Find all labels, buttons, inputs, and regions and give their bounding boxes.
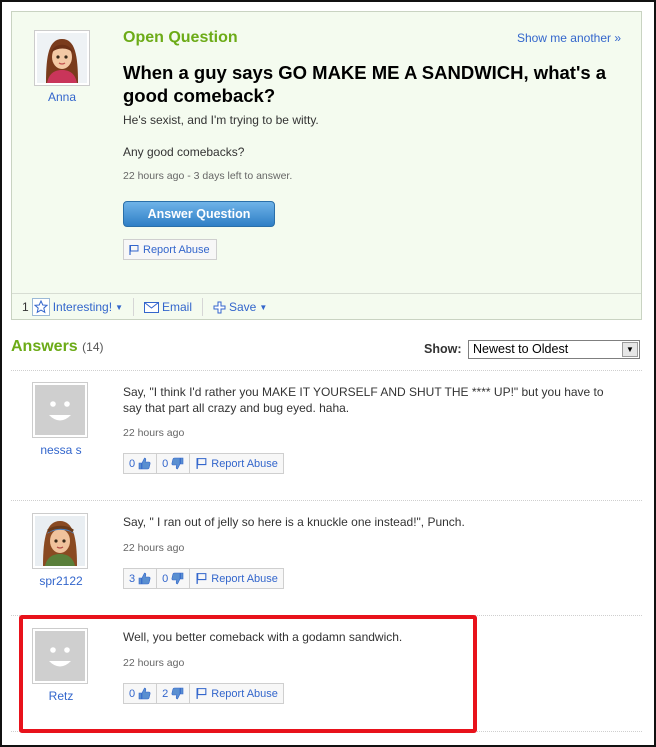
answer-question-button[interactable]: Answer Question [123, 201, 275, 227]
thumbs-up-count: 3 [129, 572, 136, 585]
thumbs-down-button[interactable]: 0 [157, 569, 191, 588]
cartoon-avatar-icon [35, 516, 85, 566]
asker-name[interactable]: Anna [30, 90, 94, 104]
highlight-box [19, 615, 477, 733]
sort-order-select[interactable]: Newest to Oldest ▼ [468, 340, 640, 359]
question-panel: Anna Open Question Show me another » Whe… [11, 11, 642, 320]
asker-avatar[interactable] [34, 30, 90, 86]
answerer-avatar[interactable] [32, 513, 88, 569]
report-abuse-button[interactable]: Report Abuse [190, 454, 283, 473]
question-action-bar: 1 Interesting! ▼ Email Save ▼ [12, 295, 641, 319]
answers-count: (14) [82, 340, 104, 354]
report-abuse-button[interactable]: Report Abuse [123, 239, 217, 260]
question-body: Anna Open Question Show me another » Whe… [12, 12, 641, 294]
interesting-button[interactable]: 1 Interesting! ▼ [12, 298, 134, 316]
page-frame: Anna Open Question Show me another » Whe… [0, 0, 656, 747]
thumbs-up-button[interactable]: 3 [124, 569, 158, 588]
report-abuse-button[interactable]: Report Abuse [190, 569, 283, 588]
report-abuse-label: Report Abuse [143, 243, 210, 256]
cartoon-girl-avatar-icon [37, 33, 87, 83]
divider [11, 370, 642, 371]
envelope-icon [143, 301, 159, 313]
thumbs-down-icon [171, 457, 184, 470]
thumbs-up-button[interactable]: 0 [124, 454, 158, 473]
report-abuse-label: Report Abuse [211, 457, 278, 470]
thumbs-up-icon [138, 572, 151, 585]
thumbs-down-count: 0 [162, 457, 169, 470]
thumbs-down-button[interactable]: 0 [157, 454, 191, 473]
answer-text: Say, "I think I'd rather you MAKE IT YOU… [123, 385, 604, 415]
thumbs-up-icon [138, 457, 151, 470]
question-detail-line: He's sexist, and I'm trying to be witty. [123, 113, 319, 127]
thumbs-down-count: 0 [162, 572, 169, 585]
chevron-down-icon: ▼ [115, 302, 123, 312]
report-abuse-label: Report Abuse [211, 572, 278, 585]
thumbs-down-icon [171, 572, 184, 585]
flag-icon [196, 458, 207, 469]
interesting-count: 1 [22, 300, 29, 314]
email-button[interactable]: Email [134, 298, 203, 316]
answerer-name[interactable]: spr2122 [28, 574, 94, 588]
answers-title: Answers [11, 338, 78, 355]
thumbs-up-count: 0 [129, 457, 136, 470]
plus-icon [213, 301, 226, 313]
divider [11, 500, 642, 501]
question-timestamp: 22 hours ago - 3 days left to answer. [123, 170, 293, 182]
question-detail-line: Any good comebacks? [123, 145, 245, 159]
show-another-link[interactable]: Show me another » [517, 31, 621, 45]
flag-icon [129, 244, 139, 255]
interesting-label: Interesting! [52, 300, 113, 314]
answer-timestamp: 22 hours ago [123, 542, 185, 554]
default-avatar-icon [35, 385, 85, 435]
show-label: Show: [424, 342, 462, 356]
chevron-down-icon[interactable]: ▼ [622, 342, 638, 357]
question-title: When a guy says GO MAKE ME A SANDWICH, w… [123, 62, 607, 106]
save-button[interactable]: Save ▼ [203, 298, 277, 316]
answer-text: Say, " I ran out of jelly so here is a k… [123, 515, 465, 529]
open-question-label: Open Question [123, 29, 238, 46]
answerer-name[interactable]: nessa s [28, 443, 94, 457]
answers-heading: Answers (14) [11, 338, 104, 356]
chevron-down-icon: ▼ [259, 302, 268, 312]
flag-icon [196, 573, 207, 584]
save-label: Save [229, 300, 257, 314]
star-icon [31, 298, 50, 316]
email-label: Email [161, 300, 192, 314]
sort-order-value: Newest to Oldest [473, 342, 569, 356]
answer-timestamp: 22 hours ago [123, 427, 185, 439]
answer-vote-bar: 3 0 Report Abuse [123, 568, 284, 589]
answerer-avatar[interactable] [32, 382, 88, 438]
answer-vote-bar: 0 0 Report Abuse [123, 453, 284, 474]
